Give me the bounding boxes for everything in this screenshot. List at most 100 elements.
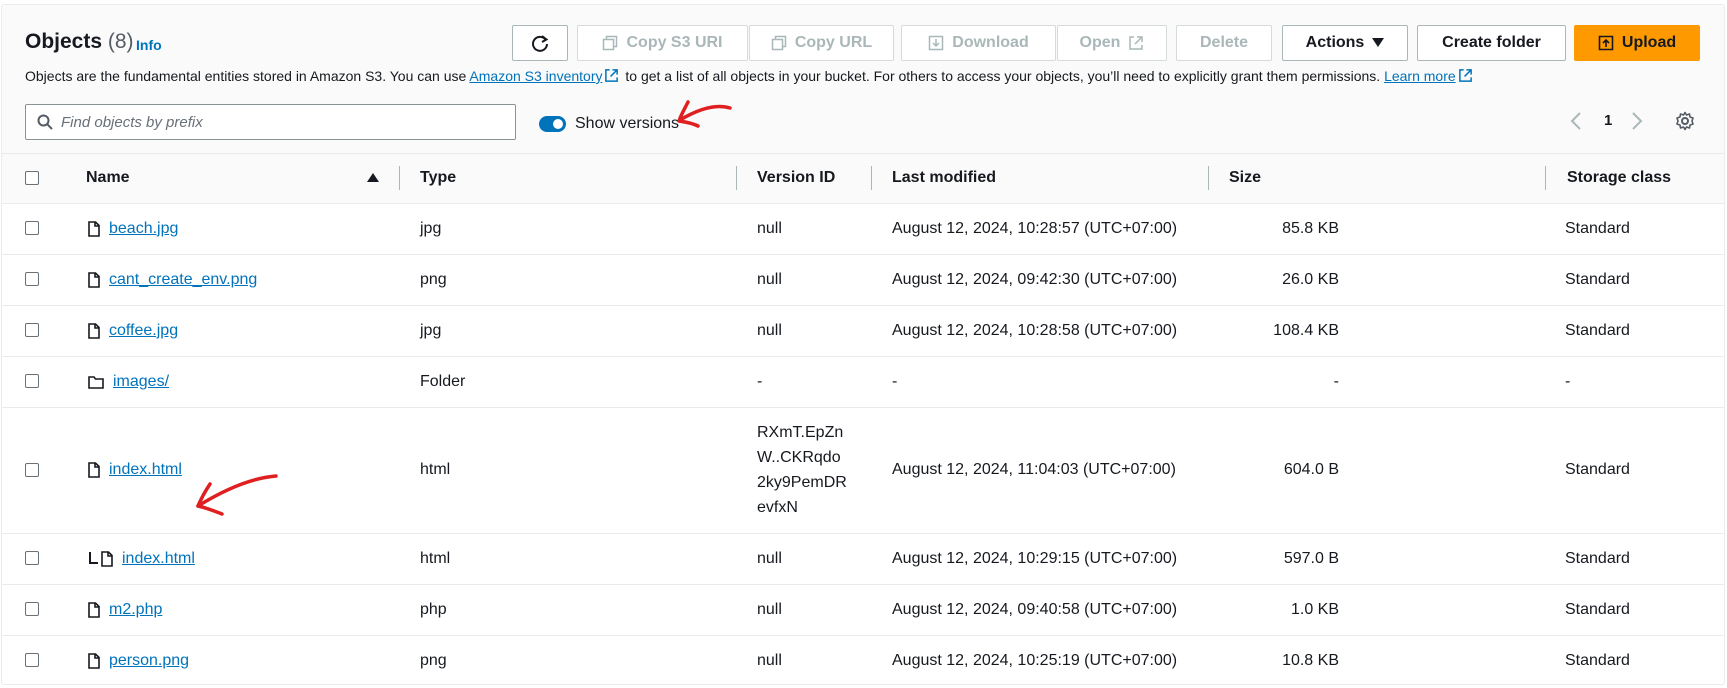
object-size: - (1208, 356, 1545, 408)
row-checkbox[interactable] (25, 221, 39, 236)
storage-class: - (1545, 356, 1724, 408)
toggle-knob (553, 119, 563, 129)
copy-s3-uri-button[interactable]: Copy S3 URI (577, 25, 748, 61)
object-type: png (399, 254, 736, 306)
search-input[interactable] (61, 113, 501, 131)
row-checkbox[interactable] (25, 602, 39, 617)
file-icon (101, 550, 113, 567)
caret-down-icon (1372, 38, 1385, 47)
chevron-right-icon[interactable] (1631, 111, 1643, 131)
version-id: null (736, 533, 871, 585)
last-modified: August 12, 2024, 09:42:30 (UTC+07:00) (871, 254, 1208, 306)
object-type: Folder (399, 356, 736, 408)
version-id: null (736, 254, 871, 306)
file-icon (88, 220, 100, 237)
annotation-arrow-index-html (196, 474, 278, 516)
version-id: null (736, 203, 871, 255)
object-name-link[interactable]: person.png (109, 652, 189, 670)
last-modified: August 12, 2024, 11:04:03 (UTC+07:00) (871, 407, 1208, 534)
storage-class: Standard (1545, 584, 1724, 636)
table-row[interactable]: beach.jpg jpg null August 12, 2024, 10:2… (2, 203, 1724, 255)
object-name-link[interactable]: cant_create_env.png (109, 271, 257, 289)
object-count: (8) (107, 30, 134, 53)
table-row[interactable]: cant_create_env.png png null August 12, … (2, 254, 1724, 306)
table-row[interactable]: index.html html null August 12, 2024, 10… (2, 533, 1724, 585)
last-modified: August 12, 2024, 10:28:58 (UTC+07:00) (871, 305, 1208, 357)
table-row[interactable]: coffee.jpg jpg null August 12, 2024, 10:… (2, 305, 1724, 357)
column-header-size[interactable]: Size (1208, 154, 1545, 204)
download-button[interactable]: Download (901, 25, 1056, 61)
select-all-checkbox[interactable] (25, 171, 39, 186)
object-size: 597.0 B (1208, 533, 1545, 585)
version-id: RXmT.EpZnW..CKRqdo2ky9PemDRevfxN (757, 424, 847, 516)
actions-dropdown[interactable]: Actions (1282, 25, 1408, 61)
version-id: null (736, 305, 871, 357)
object-size: 1.0 KB (1208, 584, 1545, 636)
info-link[interactable]: Info (136, 37, 162, 53)
annotation-arrow-show-versions (677, 100, 732, 128)
page-number[interactable]: 1 (1604, 112, 1612, 129)
storage-class: Standard (1545, 305, 1724, 357)
column-header-type[interactable]: Type (399, 154, 736, 204)
object-name-link[interactable]: beach.jpg (109, 220, 178, 238)
object-type: php (399, 584, 736, 636)
delete-button[interactable]: Delete (1176, 25, 1272, 61)
file-icon (88, 601, 100, 618)
row-checkbox[interactable] (25, 323, 39, 338)
search-icon (37, 114, 53, 130)
gear-icon[interactable] (1675, 111, 1695, 131)
version-branch-icon (89, 551, 98, 564)
sort-ascending-icon (367, 173, 379, 182)
column-header-name[interactable]: Name (62, 154, 399, 204)
column-header-version-id[interactable]: Version ID (736, 154, 871, 204)
upload-button[interactable]: Upload (1574, 25, 1700, 61)
row-checkbox[interactable] (25, 374, 39, 389)
object-name-link[interactable]: coffee.jpg (109, 322, 178, 340)
object-type: jpg (399, 203, 736, 255)
storage-class: Standard (1545, 203, 1724, 255)
last-modified: - (871, 356, 1208, 408)
object-name-link[interactable]: index.html (109, 461, 182, 479)
chevron-left-icon[interactable] (1570, 111, 1582, 131)
object-name-link[interactable]: m2.php (109, 601, 162, 619)
row-checkbox[interactable] (25, 551, 39, 566)
version-id: null (736, 584, 871, 636)
file-icon (88, 462, 100, 478)
file-icon (88, 271, 100, 288)
last-modified: August 12, 2024, 09:40:58 (UTC+07:00) (871, 584, 1208, 636)
download-icon (929, 35, 944, 51)
search-box (25, 104, 516, 140)
row-checkbox[interactable] (25, 462, 39, 477)
create-folder-button[interactable]: Create folder (1417, 25, 1566, 61)
show-versions-label: Show versions (575, 115, 680, 132)
learn-more-link[interactable]: Learn more (1384, 68, 1475, 84)
object-size: 10.8 KB (1208, 635, 1545, 684)
object-name-link[interactable]: images/ (113, 373, 169, 391)
last-modified: August 12, 2024, 10:28:57 (UTC+07:00) (871, 203, 1208, 255)
row-checkbox[interactable] (25, 653, 39, 668)
object-name-link[interactable]: index.html (122, 550, 195, 568)
object-type: html (399, 407, 736, 534)
table-row[interactable]: m2.php php null August 12, 2024, 09:40:5… (2, 584, 1724, 636)
object-size: 604.0 B (1208, 407, 1545, 534)
object-size: 85.8 KB (1208, 203, 1545, 255)
external-link-icon (1129, 36, 1144, 50)
object-size: 26.0 KB (1208, 254, 1545, 306)
copy-icon (603, 35, 618, 51)
last-modified: August 12, 2024, 10:29:15 (UTC+07:00) (871, 533, 1208, 585)
version-id: - (736, 356, 871, 408)
object-type: jpg (399, 305, 736, 357)
page-title: Objects (8) (25, 30, 134, 53)
table-header-row: Name Type Version ID Last modified Size … (2, 154, 1724, 204)
column-header-storage-class[interactable]: Storage class (1545, 154, 1724, 204)
storage-class: Standard (1545, 533, 1724, 585)
table-row[interactable]: images/ Folder - - - - (2, 356, 1724, 408)
row-checkbox[interactable] (25, 272, 39, 287)
copy-url-button[interactable]: Copy URL (749, 25, 894, 61)
open-button[interactable]: Open (1057, 25, 1167, 61)
table-row[interactable]: person.png png null August 12, 2024, 10:… (2, 635, 1724, 684)
s3-inventory-link[interactable]: Amazon S3 inventory (469, 68, 621, 84)
column-header-last-modified[interactable]: Last modified (871, 154, 1208, 204)
show-versions-toggle[interactable] (539, 116, 566, 132)
refresh-button[interactable] (512, 25, 568, 61)
